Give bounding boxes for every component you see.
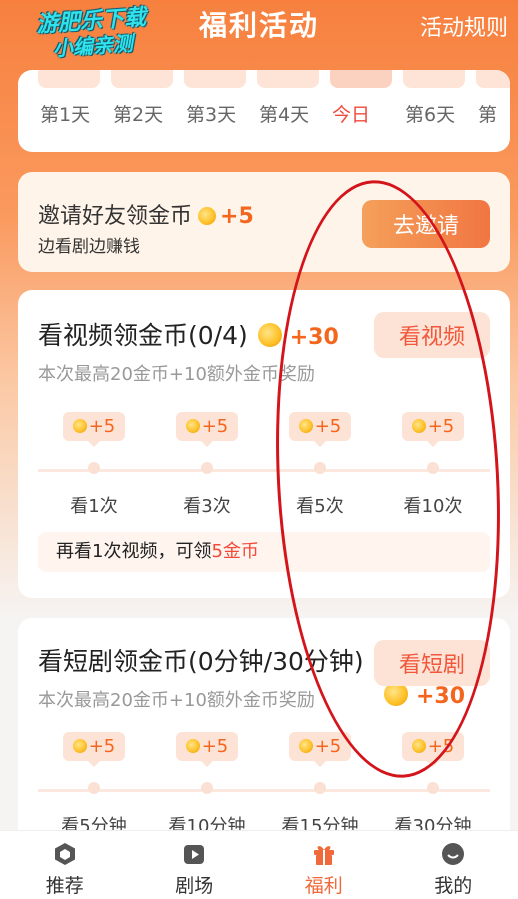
tip-highlight: 5金币	[211, 541, 258, 562]
step-reward-badge: +5	[289, 412, 352, 441]
step-label: 看3次	[162, 492, 252, 518]
bottom-tab-bar: 推荐 剧场 福利 我的	[0, 830, 518, 899]
invite-title: 邀请好友领金币	[38, 204, 192, 229]
coin-icon	[73, 739, 87, 753]
video-task-title: 看视频领金币(0/4)	[38, 321, 248, 350]
step-item: +5 看1次	[49, 412, 139, 441]
short-drama-task-card: 看短剧领金币(0分钟/30分钟) 本次最高20金币+10额外金币奖励 +30 看…	[18, 618, 510, 858]
coin-icon	[412, 739, 426, 753]
coin-icon	[186, 739, 200, 753]
coin-icon	[299, 419, 313, 433]
step-dot	[314, 462, 326, 474]
invite-subtitle: 边看剧边赚钱	[38, 232, 140, 257]
step-item: +5 看30分钟	[388, 732, 478, 761]
invite-title-row: 邀请好友领金币 +5	[38, 198, 254, 230]
checkin-day-2[interactable]: 第2天	[113, 100, 186, 127]
checkin-day-7[interactable]: 第	[478, 100, 510, 127]
tab-label: 推荐	[0, 871, 130, 898]
checkin-day-today[interactable]: 今日	[332, 100, 405, 127]
step-dot	[427, 462, 439, 474]
watch-short-drama-button[interactable]: 看短剧	[374, 640, 490, 686]
step-dot	[427, 782, 439, 794]
checkin-day-1[interactable]: 第1天	[40, 100, 113, 127]
step-item: +5 看10次	[388, 412, 478, 441]
short-task-reward-row: +30	[374, 682, 465, 709]
step-dot	[88, 462, 100, 474]
tab-mine[interactable]: 我的	[389, 831, 518, 899]
coin-icon	[412, 419, 426, 433]
short-task-title: 看短剧领金币(0分钟/30分钟)	[38, 642, 378, 678]
video-task-subtitle: 本次最高20金币+10额外金币奖励	[38, 360, 315, 386]
step-label: 看1次	[49, 492, 139, 518]
header: 游肥乐下载 小编亲测 福利活动 活动规则	[0, 0, 518, 70]
tab-theater[interactable]: 剧场	[130, 831, 260, 899]
step-reward-badge: +5	[289, 732, 352, 761]
step-item: +5 看5分钟	[49, 732, 139, 761]
step-reward-badge: +5	[63, 732, 126, 761]
coin-icon	[198, 207, 216, 225]
coin-icon	[186, 419, 200, 433]
checkin-day-3[interactable]: 第3天	[186, 100, 259, 127]
step-item: +5 看10分钟	[162, 732, 252, 761]
tab-recommend[interactable]: 推荐	[0, 831, 130, 899]
step-reward-badge: +5	[63, 412, 126, 441]
tip-text: 再看1次视频，可领	[56, 541, 211, 562]
step-dot	[88, 782, 100, 794]
tab-welfare[interactable]: 福利	[259, 831, 389, 899]
tab-label: 福利	[259, 871, 389, 898]
step-label: 看5次	[275, 492, 365, 518]
invite-button[interactable]: 去邀请	[362, 200, 490, 248]
video-tip-banner: 再看1次视频，可领5金币	[38, 532, 490, 572]
step-dot	[201, 782, 213, 794]
progress-track	[38, 789, 490, 792]
short-task-subtitle: 本次最高20金币+10额外金币奖励	[38, 686, 315, 712]
invite-reward: +5	[220, 204, 254, 229]
coin-icon	[73, 419, 87, 433]
checkin-day-4[interactable]: 第4天	[259, 100, 332, 127]
step-reward-badge: +5	[176, 412, 239, 441]
short-task-reward: +30	[416, 684, 465, 709]
step-item: +5 看3次	[162, 412, 252, 441]
step-item: +5 看5次	[275, 412, 365, 441]
video-task-reward: +30	[290, 325, 339, 350]
coin-icon	[258, 323, 282, 347]
step-label: 看10次	[388, 492, 478, 518]
watch-video-button[interactable]: 看视频	[374, 312, 490, 358]
progress-track	[38, 469, 490, 472]
video-progress-steps: +5 看1次 +5 看3次 +5 看5次 +5 看10次	[38, 412, 490, 522]
rules-link[interactable]: 活动规则	[420, 10, 508, 42]
tab-label: 我的	[389, 871, 518, 898]
checkin-card: 第1天 第2天 第3天 第4天 今日 第6天 第	[18, 70, 510, 152]
checkin-days: 第1天 第2天 第3天 第4天 今日 第6天 第	[40, 100, 510, 127]
video-task-card: 看视频领金币(0/4) +30 本次最高20金币+10额外金币奖励 看视频 +5 …	[18, 290, 510, 598]
short-progress-steps: +5 看5分钟 +5 看10分钟 +5 看15分钟 +5 看30分钟	[38, 732, 490, 842]
step-reward-badge: +5	[402, 412, 465, 441]
play-square-icon	[181, 841, 207, 867]
step-reward-badge: +5	[176, 732, 239, 761]
smile-face-icon	[440, 841, 466, 867]
checkin-day-6[interactable]: 第6天	[405, 100, 478, 127]
step-dot	[201, 462, 213, 474]
hexagon-icon	[52, 841, 78, 867]
invite-card: 邀请好友领金币 +5 边看剧边赚钱 去邀请	[18, 172, 510, 272]
step-reward-badge: +5	[402, 732, 465, 761]
step-item: +5 看15分钟	[275, 732, 365, 761]
gift-icon	[311, 841, 337, 867]
coin-icon	[299, 739, 313, 753]
step-dot	[314, 782, 326, 794]
tab-label: 剧场	[130, 871, 260, 898]
video-task-title-row: 看视频领金币(0/4) +30	[38, 316, 339, 352]
